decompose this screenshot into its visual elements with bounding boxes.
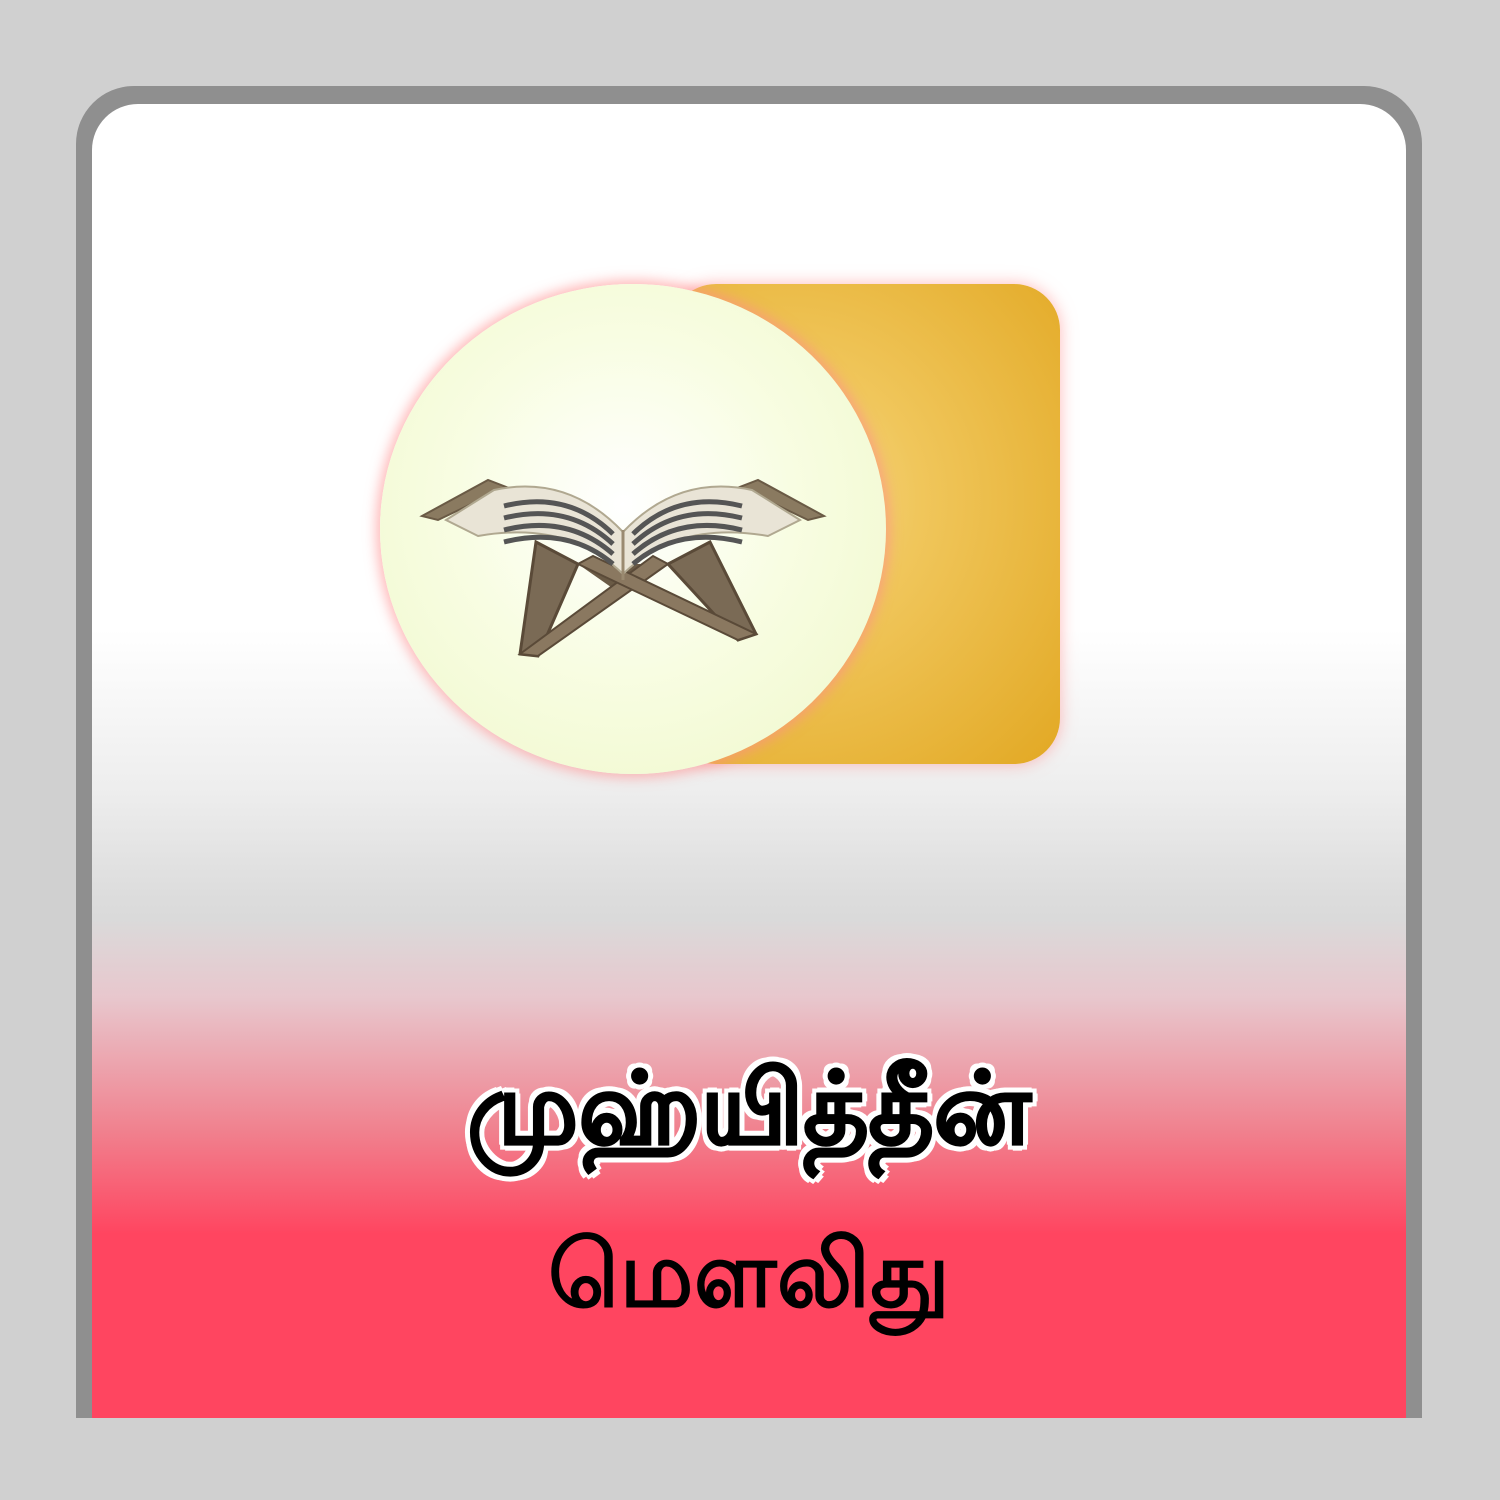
app-logo xyxy=(380,284,1070,784)
app-card[interactable]: முஹ்யித்தீன் மௌலிது xyxy=(92,104,1406,1418)
app-title: முஹ்யித்தீன் xyxy=(466,1050,1031,1167)
app-tile-page: முஹ்யித்தீன் மௌலிது xyxy=(0,0,1500,1500)
quran-stand-icon xyxy=(419,478,827,658)
app-subtitle: மௌலிது xyxy=(547,1221,951,1328)
logo-circle xyxy=(380,284,886,774)
